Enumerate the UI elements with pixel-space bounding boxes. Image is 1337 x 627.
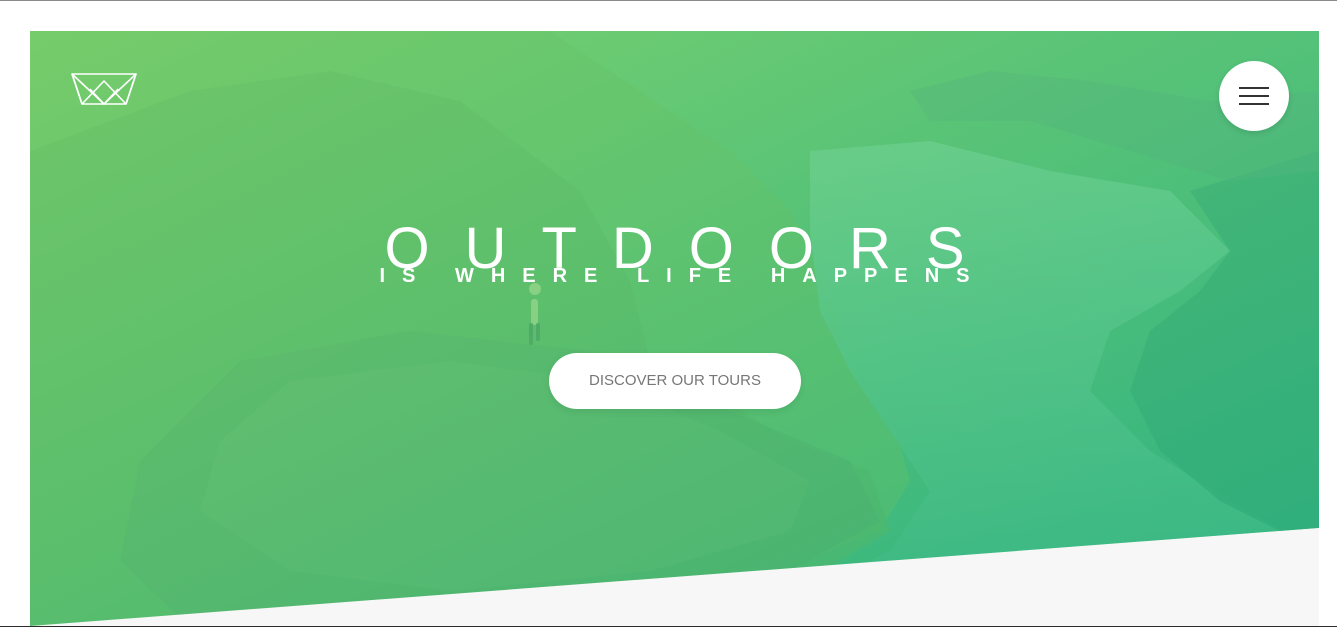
top-divider [0,0,1337,1]
hero-subtitle: IS WHERE LIFE HAPPENS [379,265,987,287]
hero-background-image [30,31,1319,627]
menu-line-bottom [1239,103,1269,105]
page: OUTDOORS IS WHERE LIFE HAPPENS DISCOVER … [0,0,1337,627]
hero-section: OUTDOORS IS WHERE LIFE HAPPENS DISCOVER … [30,31,1319,627]
crown-outline-icon [71,73,137,105]
menu-button[interactable] [1219,61,1289,131]
menu-line-top [1239,87,1269,89]
logo[interactable] [70,71,138,107]
discover-tours-button[interactable]: DISCOVER OUR TOURS [549,353,801,409]
menu-line-middle [1239,95,1269,97]
